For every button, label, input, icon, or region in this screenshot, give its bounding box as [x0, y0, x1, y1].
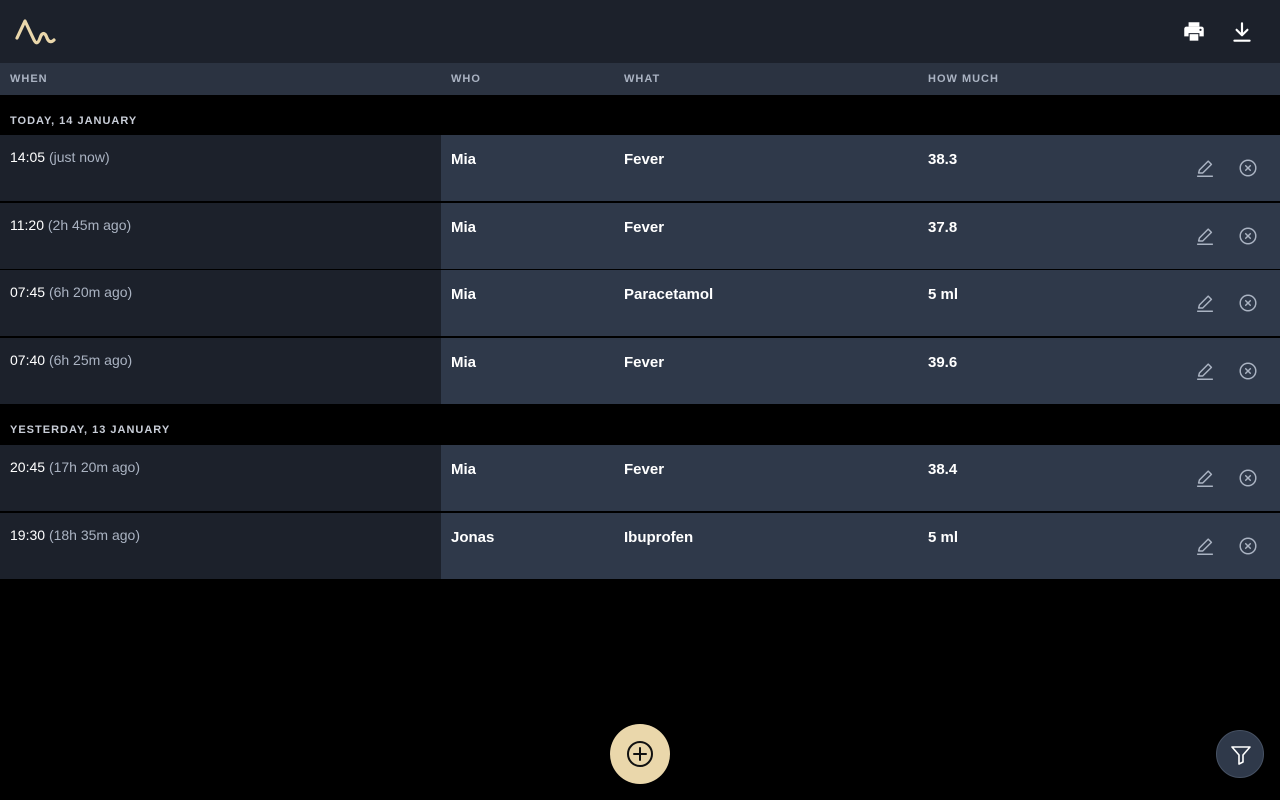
entry-who: Mia [451, 461, 477, 478]
close-circle-icon [1239, 159, 1257, 177]
entry-who: Mia [451, 151, 477, 168]
download-icon [1233, 22, 1251, 42]
pencil-icon [1196, 470, 1214, 487]
group-label-yesterday: YESTERDAY, 13 JANUARY [10, 424, 171, 436]
entry-time: 19:30 (18h 35m ago) [10, 527, 140, 543]
entry-time: 07:45 (6h 20m ago) [10, 284, 133, 300]
entry-amount: 5 ml [928, 529, 959, 546]
delete-button[interactable] [1237, 535, 1259, 557]
entry-who: Mia [451, 219, 477, 236]
entry-time: 07:40 (6h 25m ago) [10, 352, 133, 368]
pencil-icon [1196, 295, 1214, 312]
column-header-who: WHO [451, 73, 481, 85]
printer-icon [1184, 22, 1204, 41]
edit-button[interactable] [1194, 292, 1216, 314]
top-bar [0, 0, 1280, 63]
filter-icon [1231, 746, 1251, 765]
edit-button[interactable] [1194, 360, 1216, 382]
entry-what: Ibuprofen [624, 529, 694, 546]
delete-button[interactable] [1237, 467, 1259, 489]
delete-button[interactable] [1237, 292, 1259, 314]
pulse-logo-icon[interactable] [14, 16, 58, 50]
entry-time: 11:20 (2h 45m ago) [10, 217, 132, 233]
close-circle-icon [1239, 227, 1257, 245]
table-row[interactable]: 14:05 (just now) Mia Fever 38.3 [0, 134, 1280, 201]
download-button[interactable] [1229, 19, 1255, 45]
delete-button[interactable] [1237, 157, 1259, 179]
entry-who: Mia [451, 286, 477, 303]
edit-button[interactable] [1194, 157, 1216, 179]
column-header-how-much: HOW MUCH [928, 73, 999, 85]
add-entry-button[interactable] [610, 724, 670, 784]
entry-what: Paracetamol [624, 286, 714, 303]
print-button[interactable] [1181, 19, 1207, 45]
entry-amount: 37.8 [928, 219, 958, 236]
close-circle-icon [1239, 294, 1257, 312]
entry-what: Fever [624, 354, 665, 371]
entry-time: 14:05 (just now) [10, 149, 110, 165]
entry-amount: 38.4 [928, 461, 958, 478]
group-label-today: TODAY, 14 JANUARY [10, 115, 138, 127]
edit-button[interactable] [1194, 225, 1216, 247]
delete-button[interactable] [1237, 360, 1259, 382]
pencil-icon [1196, 160, 1214, 177]
edit-button[interactable] [1194, 535, 1216, 557]
close-circle-icon [1239, 537, 1257, 555]
delete-button[interactable] [1237, 225, 1259, 247]
table-row[interactable]: 19:30 (18h 35m ago) Jonas Ibuprofen 5 ml [0, 512, 1280, 579]
pencil-icon [1196, 538, 1214, 555]
entry-what: Fever [624, 219, 665, 236]
table-row[interactable]: 11:20 (2h 45m ago) Mia Fever 37.8 [0, 202, 1280, 269]
edit-button[interactable] [1194, 467, 1216, 489]
entry-what: Fever [624, 151, 665, 168]
entry-amount: 39.6 [928, 354, 958, 371]
close-circle-icon [1239, 362, 1257, 380]
entry-who: Jonas [451, 529, 495, 546]
column-header: WHEN WHO WHAT HOW MUCH [0, 63, 1280, 95]
entry-amount: 38.3 [928, 151, 958, 168]
plus-circle-icon [627, 741, 653, 767]
pencil-icon [1196, 363, 1214, 380]
entry-who: Mia [451, 354, 477, 371]
column-header-what: WHAT [624, 73, 661, 85]
column-header-when: WHEN [10, 73, 48, 85]
pencil-icon [1196, 228, 1214, 245]
entry-what: Fever [624, 461, 665, 478]
table-row[interactable]: 07:40 (6h 25m ago) Mia Fever 39.6 [0, 337, 1280, 404]
entry-time: 20:45 (17h 20m ago) [10, 459, 140, 475]
close-circle-icon [1239, 469, 1257, 487]
table-row[interactable]: 20:45 (17h 20m ago) Mia Fever 38.4 [0, 444, 1280, 511]
table-row[interactable]: 07:45 (6h 20m ago) Mia Paracetamol 5 ml [0, 269, 1280, 336]
filter-button[interactable] [1216, 730, 1264, 778]
entry-amount: 5 ml [928, 286, 959, 303]
